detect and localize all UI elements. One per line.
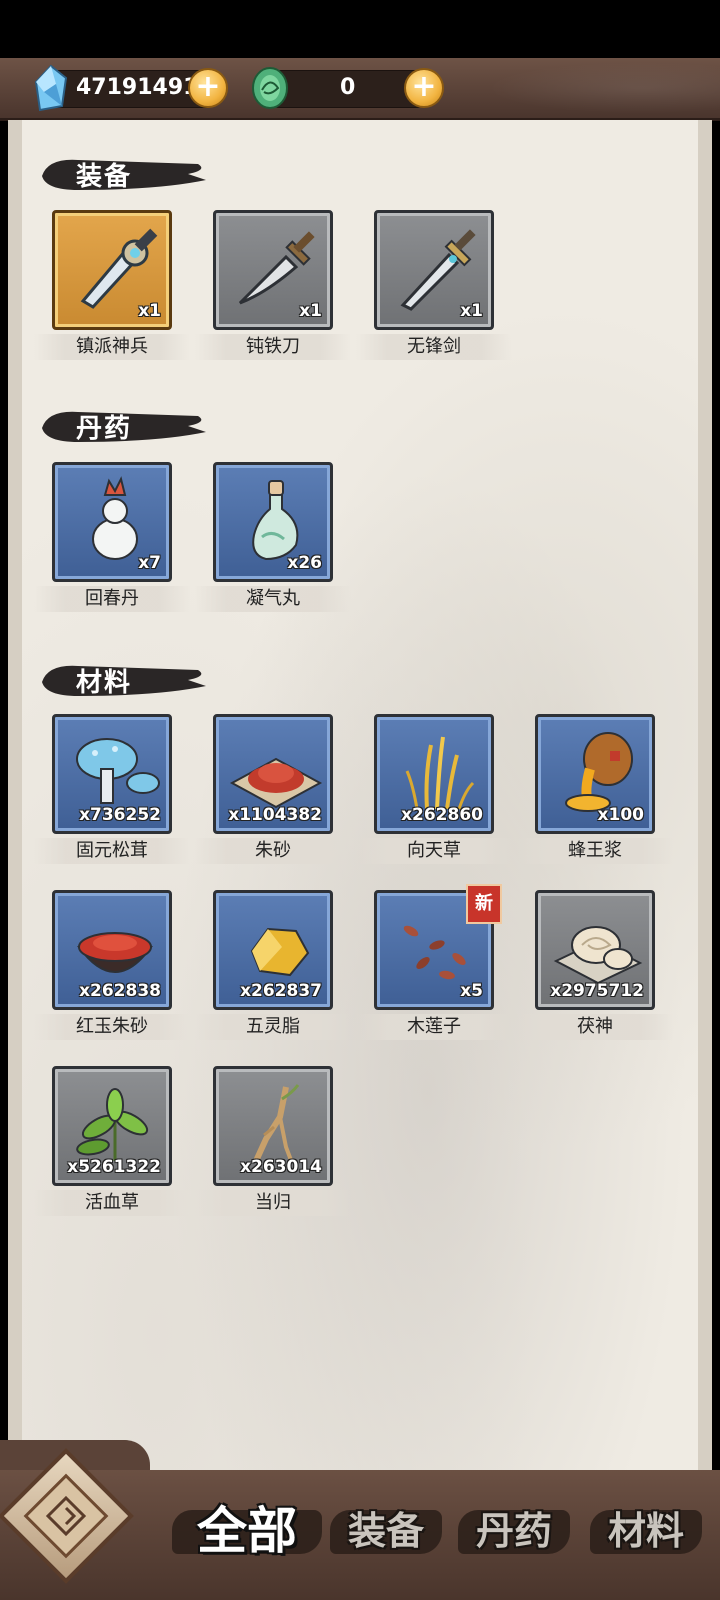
tab-equipment[interactable]: 装备 xyxy=(330,1496,442,1566)
item-name: 红玉朱砂 xyxy=(34,1014,190,1040)
item-slot[interactable]: x1 镇派神兵 xyxy=(34,210,190,360)
item-name: 木莲子 xyxy=(356,1014,512,1040)
cloud-decoration xyxy=(460,58,720,118)
status-bar xyxy=(0,0,720,58)
iron-blade-icon xyxy=(238,231,315,305)
item-count: x1104382 xyxy=(228,805,322,825)
item-slot[interactable]: x262860 向天草 xyxy=(356,714,512,864)
item-name: 当归 xyxy=(195,1190,351,1216)
item-name: 钝铁刀 xyxy=(195,334,351,360)
fungus-icon xyxy=(553,926,643,985)
section-title: 材料 xyxy=(76,668,133,698)
item-count: x262837 xyxy=(240,981,322,1001)
jade-vial-icon xyxy=(252,480,299,561)
item-name: 活血草 xyxy=(34,1190,190,1216)
bladeless-sword-icon xyxy=(400,229,476,311)
tab-pills[interactable]: 丹药 xyxy=(458,1496,570,1566)
item-frame: x1 xyxy=(52,210,172,330)
item-name: 蜂王浆 xyxy=(517,838,673,864)
item-frame: x7 xyxy=(52,462,172,582)
item-name: 回春丹 xyxy=(34,586,190,612)
item-count: x263014 xyxy=(240,1157,322,1177)
item-frame: x5261322 xyxy=(52,1066,172,1186)
item-frame: x2975712 xyxy=(535,890,655,1010)
new-badge: 新 xyxy=(466,884,502,924)
bottom-nav: 全部 装备 丹药 材料 xyxy=(0,1440,720,1600)
tab-label: 全部 xyxy=(197,1501,297,1560)
item-slot[interactable]: x262838 红玉朱砂 xyxy=(34,890,190,1040)
item-slot[interactable]: x26 凝气丸 xyxy=(195,462,351,612)
item-count: x5 xyxy=(460,981,483,1001)
item-slot[interactable]: x262837 五灵脂 xyxy=(195,890,351,1040)
mushroom-icon xyxy=(76,738,160,804)
item-slot[interactable]: x1104382 朱砂 xyxy=(195,714,351,864)
gourd-bottle-icon xyxy=(92,476,138,560)
item-name: 茯神 xyxy=(517,1014,673,1040)
item-count: x7 xyxy=(138,553,161,573)
item-slot[interactable]: x5 新 木莲子 xyxy=(356,884,512,1040)
green-jade-icon xyxy=(252,67,288,109)
item-count: x1 xyxy=(138,301,161,321)
item-slot[interactable]: x2975712 茯神 xyxy=(517,890,673,1040)
tab-materials[interactable]: 材料 xyxy=(590,1496,702,1566)
royal-jelly-icon xyxy=(565,732,633,812)
item-frame: x1 xyxy=(374,210,494,330)
item-frame: x262837 xyxy=(213,890,333,1010)
item-frame: x262860 xyxy=(374,714,494,834)
section-header-materials: 材料 xyxy=(38,656,208,702)
tab-all[interactable]: 全部 xyxy=(172,1496,322,1566)
tab-label: 丹药 xyxy=(475,1508,552,1553)
section-header-pills: 丹药 xyxy=(38,402,208,448)
item-count: x1 xyxy=(460,301,483,321)
item-count: x262838 xyxy=(79,981,161,1001)
section-header-equipment: 装备 xyxy=(38,150,208,196)
item-slot[interactable]: x100 蜂王浆 xyxy=(517,714,673,864)
item-frame: x262838 xyxy=(52,890,172,1010)
diamond-home-icon xyxy=(45,1495,87,1537)
item-frame: x1 xyxy=(213,210,333,330)
item-frame: x263014 xyxy=(213,1066,333,1186)
golden-grass-icon xyxy=(405,736,475,810)
ornate-sword-icon xyxy=(80,228,158,309)
item-count: x262860 xyxy=(401,805,483,825)
item-slot[interactable]: x736252 固元松茸 xyxy=(34,714,190,864)
gem-value: 47191491 xyxy=(76,75,199,100)
add-jade-button[interactable]: + xyxy=(404,68,444,108)
tab-label: 材料 xyxy=(607,1508,684,1553)
red-powder-bowl-icon xyxy=(77,932,153,973)
amber-crystal-icon xyxy=(250,927,310,977)
item-count: x2975712 xyxy=(550,981,644,1001)
item-name: 凝气丸 xyxy=(195,586,351,612)
item-name: 五灵脂 xyxy=(195,1014,351,1040)
tab-label: 装备 xyxy=(347,1508,424,1553)
item-slot[interactable]: x1 钝铁刀 xyxy=(195,210,351,360)
item-name: 无锋剑 xyxy=(356,334,512,360)
item-slot[interactable]: x263014 当归 xyxy=(195,1066,351,1216)
currency-bar: 47191491 + 0 + xyxy=(0,58,720,121)
item-name: 向天草 xyxy=(356,838,512,864)
section-title: 装备 xyxy=(76,162,133,192)
item-frame: x1104382 xyxy=(213,714,333,834)
cinnabar-powder-icon xyxy=(229,757,323,809)
item-name: 固元松茸 xyxy=(34,838,190,864)
item-slot[interactable]: x5261322 活血草 xyxy=(34,1066,190,1216)
herb-leaves-icon xyxy=(76,1088,149,1161)
item-slot[interactable]: x1 无锋剑 xyxy=(356,210,512,360)
item-name: 朱砂 xyxy=(195,838,351,864)
item-count: x5261322 xyxy=(67,1157,161,1177)
item-frame: x100 xyxy=(535,714,655,834)
item-frame: x736252 xyxy=(52,714,172,834)
item-name: 镇派神兵 xyxy=(34,334,190,360)
item-count: x1 xyxy=(299,301,322,321)
angelica-root-icon xyxy=(253,1084,300,1164)
jade-value: 0 xyxy=(340,75,356,100)
add-gems-button[interactable]: + xyxy=(188,68,228,108)
section-title: 丹药 xyxy=(76,414,133,444)
item-slot[interactable]: x7 回春丹 xyxy=(34,462,190,612)
item-count: x26 xyxy=(287,553,322,573)
item-frame: x26 xyxy=(213,462,333,582)
item-count: x100 xyxy=(597,805,644,825)
blue-crystal-icon xyxy=(34,64,68,112)
item-count: x736252 xyxy=(79,805,161,825)
